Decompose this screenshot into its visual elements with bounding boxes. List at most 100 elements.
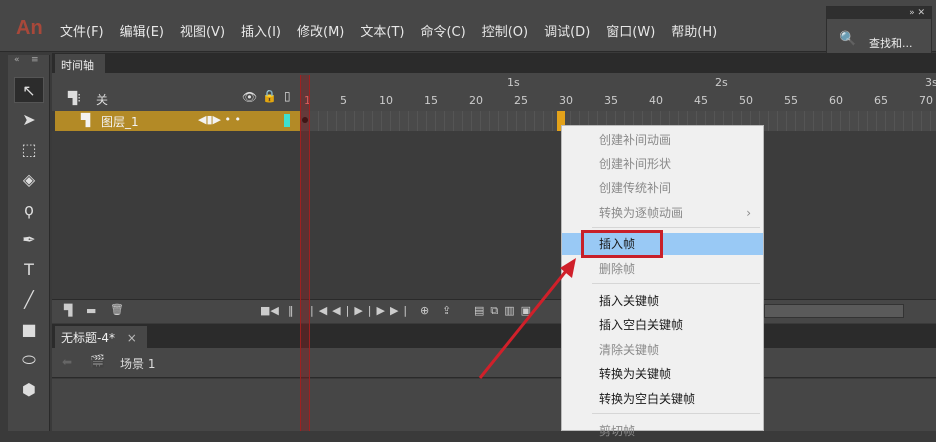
frame-number: 20 xyxy=(469,94,483,107)
menu-view[interactable]: 视图(V) xyxy=(180,21,225,40)
menu-item[interactable]: 创建传统补间 xyxy=(562,177,763,199)
menu-item-label: 插入空白关键帧 xyxy=(599,318,684,332)
menu-separator xyxy=(592,283,760,284)
menu-item[interactable]: 剪切帧 xyxy=(562,420,763,442)
close-icon[interactable]: × xyxy=(127,331,137,345)
annotation-highlight-box xyxy=(581,230,663,258)
eye-icon[interactable]: 👁 xyxy=(242,90,257,104)
line-tool-icon[interactable]: ╱ xyxy=(14,287,44,313)
search-help-icon: 🔍 xyxy=(839,31,857,47)
clapperboard-icon: 🎬 xyxy=(90,354,105,368)
menu-window[interactable]: 窗口(W) xyxy=(606,21,655,40)
frame-number: 45 xyxy=(694,94,708,107)
text-tool-icon[interactable]: T xyxy=(14,257,44,283)
layer-header-label: 关 xyxy=(96,93,109,107)
search-help-panel[interactable]: » ✕ 🔍 查找和... xyxy=(826,6,932,60)
menu-file[interactable]: 文件(F) xyxy=(60,21,104,40)
submenu-arrow-icon: › xyxy=(746,206,751,220)
loop-icon[interactable]: ⇪ xyxy=(442,304,451,317)
menu-item[interactable]: 转换为关键帧 xyxy=(562,363,763,385)
menu-item[interactable]: 创建补间形状 xyxy=(562,153,763,175)
menu-commands[interactable]: 命令(C) xyxy=(420,21,465,40)
animate-logo: An xyxy=(16,17,43,39)
rectangle-tool-icon[interactable]: ■ xyxy=(14,317,44,343)
frame-ruler[interactable]: 1s 2s 3s 1 5 10 15 20 25 30 35 40 45 50 55 60 65 70 xyxy=(300,73,936,111)
menu-debug[interactable]: 调试(D) xyxy=(544,21,590,40)
frame-number: 50 xyxy=(739,94,753,107)
menu-item-label: 转换为关键帧 xyxy=(599,367,672,381)
lock-icon[interactable]: 🔒 xyxy=(262,89,277,103)
frame-number: 35 xyxy=(604,94,618,107)
menu-item[interactable]: 创建补间动画 xyxy=(562,129,763,151)
menu-item[interactable]: 清除关键帧 xyxy=(562,339,763,361)
selection-tool-icon[interactable]: ↖ xyxy=(14,77,44,103)
timeline-tabbar xyxy=(52,53,936,73)
menu-item-label: 转换为空白关键帧 xyxy=(599,392,696,406)
3d-rotation-tool-icon[interactable]: ◈ xyxy=(14,167,44,193)
frame-number: 30 xyxy=(559,94,573,107)
timeline-header: ▜⁝ 关 👁 🔒 ▯ 1s 2s 3s 1 5 10 15 20 25 30 35 40 45 50… xyxy=(52,73,936,111)
frame-number: 65 xyxy=(874,94,888,107)
scene-label[interactable]: 场景 1 xyxy=(120,355,155,372)
layer-icon: ▜ xyxy=(81,113,91,127)
search-help-label[interactable]: 查找和... xyxy=(869,35,913,51)
menu-item[interactable]: 转换为空白关键帧 xyxy=(562,388,763,410)
timeline-scrollbar[interactable] xyxy=(764,304,904,318)
playback-controls-icon[interactable]: |◀◀|▶|▶▶| xyxy=(310,304,412,317)
tab-document[interactable]: 无标题-4* × xyxy=(55,326,147,348)
playhead[interactable] xyxy=(300,75,310,431)
oval-tool-icon[interactable]: ⬭ xyxy=(14,347,44,373)
keyframe-nav-icon[interactable]: ◀▮▶ • • xyxy=(198,113,241,126)
frame-number: 15 xyxy=(424,94,438,107)
frame-number: 70 xyxy=(919,94,933,107)
menu-separator xyxy=(592,413,760,414)
context-menu: 创建补间动画 创建补间形状 创建传统补间 转换为逐帧动画 › 插入帧 删除帧 插入关键帧 插入空… xyxy=(561,125,764,438)
divider-icon: ‖ xyxy=(288,304,294,317)
panel-close-icon[interactable]: » ✕ xyxy=(827,7,931,19)
layer-header-icon: ▜⁝ xyxy=(68,91,82,105)
layer-name[interactable]: 图层_1 xyxy=(101,113,139,130)
menu-modify[interactable]: 修改(M) xyxy=(297,21,344,40)
menu-text[interactable]: 文本(T) xyxy=(360,21,404,40)
lasso-tool-icon[interactable]: ϙ xyxy=(14,197,44,223)
ruler-second: 1s xyxy=(507,76,520,89)
layer-row[interactable]: ▜ 图层_1 ◀▮▶ • • xyxy=(55,111,300,131)
menu-insert[interactable]: 插入(I) xyxy=(241,21,281,40)
arrow-line xyxy=(478,265,572,379)
subselection-tool-icon[interactable]: ➤ xyxy=(14,107,44,133)
menu-edit[interactable]: 编辑(E) xyxy=(120,21,164,40)
ruler-second: 2s xyxy=(715,76,728,89)
new-folder-icon[interactable]: ▬ xyxy=(86,304,96,317)
menu-help[interactable]: 帮助(H) xyxy=(671,21,717,40)
frame-number: 55 xyxy=(784,94,798,107)
document-title: 无标题-4* xyxy=(61,331,115,345)
outline-icon[interactable]: ▯ xyxy=(284,89,291,103)
menu-item-label: 插入关键帧 xyxy=(599,294,660,308)
annotation-arrow-icon xyxy=(478,258,576,379)
center-frame-icon[interactable]: ⊕ xyxy=(420,304,429,317)
menu-item[interactable]: 插入关键帧 xyxy=(562,290,763,312)
collapse-icon[interactable]: « ≡ xyxy=(8,55,49,73)
menu-item-label: 创建补间形状 xyxy=(599,157,672,171)
tab-timeline[interactable]: 时间轴 xyxy=(55,54,105,73)
menu-item[interactable]: 删除帧 xyxy=(562,258,763,280)
camera-icon[interactable]: ■◀ xyxy=(260,304,279,317)
polystar-tool-icon[interactable]: ⬢ xyxy=(14,377,44,403)
menu-item-label: 转换为逐帧动画 xyxy=(599,206,684,220)
delete-layer-icon[interactable]: 🗑 xyxy=(110,303,124,316)
menu-list: 文件(F) 编辑(E) 视图(V) 插入(I) 修改(M) 文本(T) 命令(C… xyxy=(60,21,733,40)
back-arrow-icon[interactable]: ⬅ xyxy=(62,355,72,369)
layer-color-swatch[interactable] xyxy=(284,114,290,127)
frame-number: 25 xyxy=(514,94,528,107)
pen-tool-icon[interactable]: ✒ xyxy=(14,227,44,253)
menu-item[interactable]: 插入空白关键帧 xyxy=(562,314,763,336)
menu-item[interactable]: 转换为逐帧动画 › xyxy=(562,202,763,224)
menu-item-label: 剪切帧 xyxy=(599,424,636,438)
menu-control[interactable]: 控制(O) xyxy=(482,21,528,40)
frame-number: 40 xyxy=(649,94,663,107)
tools-panel: « ≡ ↖ ➤ ⬚ ◈ ϙ ✒ T ╱ ■ ⬭ ⬢ xyxy=(8,55,50,431)
menu-item-label: 删除帧 xyxy=(599,262,636,276)
new-layer-icon[interactable]: ▜ xyxy=(64,304,72,317)
free-transform-tool-icon[interactable]: ⬚ xyxy=(14,137,44,163)
ruler-second: 3s xyxy=(925,76,936,89)
